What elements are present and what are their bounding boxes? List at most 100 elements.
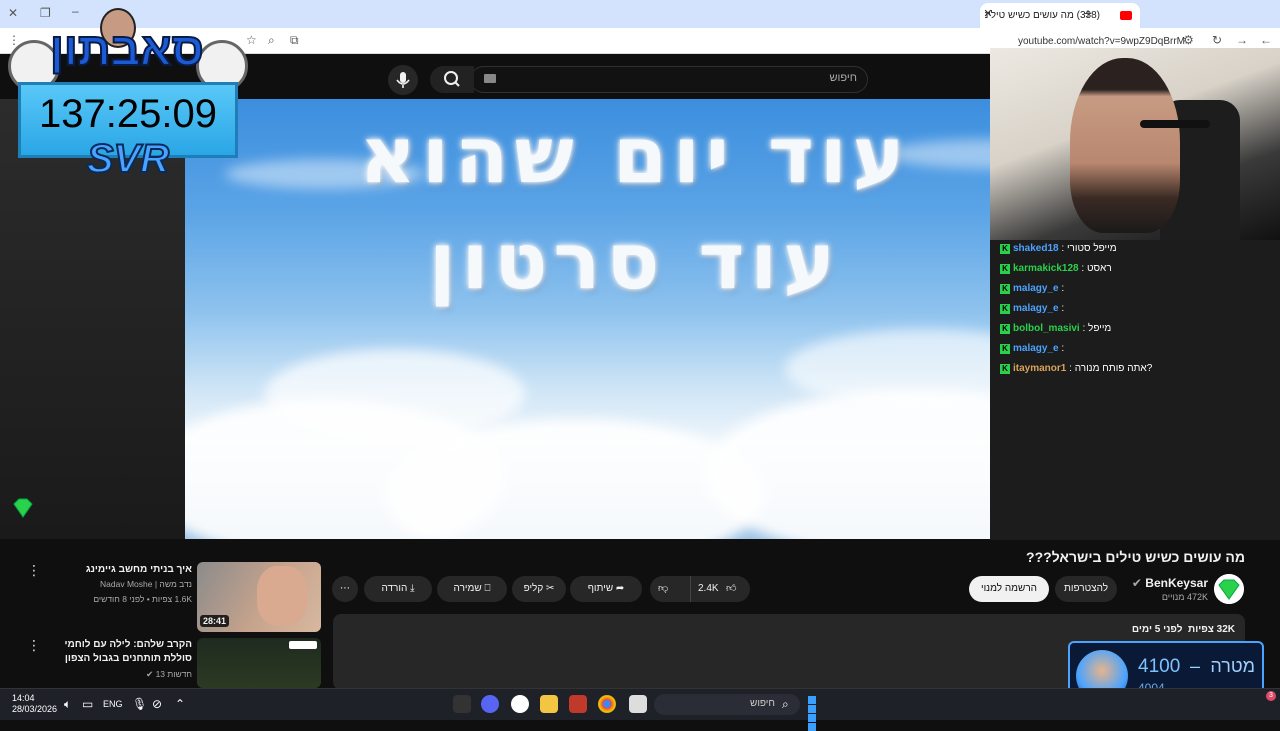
browser-tab[interactable]: ✕ (338) מה עושים כשיש טילים בי (980, 3, 1140, 28)
diamond-logo-icon (13, 498, 33, 518)
kick-badge-icon: K (1000, 284, 1010, 294)
volume-icon[interactable]: 🔈︎ (64, 697, 71, 712)
chat-message: Kmalagy_e : (1000, 343, 1064, 354)
microphone-icon (396, 72, 410, 88)
like-icon[interactable]: 👍︎ (726, 576, 736, 602)
app-icon[interactable] (569, 695, 587, 713)
like-dislike-group: 👎︎ 2.4K 👍︎ (650, 576, 750, 602)
like-count[interactable]: 2.4K (698, 576, 719, 602)
clip-button[interactable]: קליפ ✂ (512, 576, 566, 602)
scissors-icon: ✂ (546, 583, 555, 594)
forward-arrow-icon[interactable]: ← (1260, 33, 1272, 47)
recommended-title[interactable]: איך בניתי מחשב גיימינג (40, 563, 192, 577)
verified-check-icon: ✔ (1131, 576, 1146, 590)
channel-name[interactable]: ✔ BenKeysar (1120, 576, 1208, 590)
new-tab-button[interactable]: + (1084, 5, 1092, 21)
chat-message: Kitaymanor1 : אתה פותח מנורה? (1000, 363, 1152, 374)
chat-username[interactable]: shaked18 (1013, 243, 1059, 254)
subscribe-button[interactable]: הרשמה למנוי (969, 576, 1049, 602)
recommended-thumbnail[interactable] (197, 638, 321, 688)
taskbar-clock[interactable]: 14:04 28/03/2026 (12, 693, 57, 715)
view-count: 32K (1216, 624, 1235, 635)
recommended-channel[interactable]: חדשות 13 ✔ (40, 669, 192, 680)
chat-message: Kmalagy_e : (1000, 303, 1064, 314)
video-player[interactable]: עוד יום שהוא עוד סרטון (185, 99, 1085, 539)
join-button[interactable]: להצטרפות (1055, 576, 1117, 602)
terminal-app-icon[interactable] (453, 695, 471, 713)
chat-text: : (1061, 303, 1065, 314)
clock-time: 14:04 (12, 693, 35, 703)
recommended-meta: 1.6K צפיות • לפני 8 חודשים (93, 594, 192, 604)
chat-message: Kbolbol_masivi : מייפל (1000, 323, 1111, 334)
share-button[interactable]: שיתוף ➦ (570, 576, 642, 602)
share-icon: ➦ (615, 583, 625, 594)
chat-message: Kshaked18 : מייפל סטורי (1000, 243, 1117, 254)
install-app-icon[interactable]: ⧉ (290, 33, 299, 48)
verified-check-icon: ✔ (146, 669, 154, 679)
save-button[interactable]: שמירה ⎕ (437, 576, 507, 602)
media-player-app-icon[interactable] (511, 695, 529, 713)
chat-username[interactable]: malagy_e (1013, 343, 1059, 354)
bookmark-star-icon[interactable]: ☆ (246, 33, 257, 47)
kick-badge-icon: K (1000, 264, 1010, 274)
kick-badge-icon: K (1000, 244, 1010, 254)
chat-message: Kkarmakick128 : ראסט (1000, 263, 1112, 274)
mic-icon[interactable]: 🎙︎ (132, 697, 147, 711)
download-label: הורדה (381, 583, 408, 594)
headphones-icon (1140, 120, 1210, 128)
chat-text: : אתה פותח מנורה? (1069, 363, 1153, 374)
zoom-icon[interactable]: ⌕ (268, 33, 275, 48)
window-restore-icon[interactable]: ❐ (40, 6, 51, 20)
file-explorer-app-icon[interactable] (540, 695, 558, 713)
subathon-timer: 137:25:09 (39, 92, 217, 136)
url-text[interactable]: youtube.com/watch?v=9wpZ9DqBrrM (1018, 36, 1185, 47)
chat-username[interactable]: itaymanor1 (1013, 363, 1066, 374)
search-placeholder: חיפוש (829, 72, 857, 84)
download-icon: ⤓ (410, 583, 415, 594)
notification-badge[interactable]: 3 (1266, 691, 1276, 701)
search-icon (444, 71, 460, 87)
wifi-off-icon[interactable]: ⊘ (152, 697, 162, 711)
window-close-icon[interactable]: ✕ (8, 6, 18, 20)
description-meta: 32K צפיות לפני 5 ימים (1000, 624, 1235, 635)
discord-app-icon[interactable] (481, 695, 499, 713)
site-settings-icon[interactable]: ⚙ (1183, 33, 1194, 47)
chat-text: : (1061, 343, 1065, 354)
svr-tag: SVR (86, 136, 170, 182)
goal-dash: – (1190, 656, 1201, 676)
window-minimize-icon[interactable]: – (72, 4, 79, 18)
goal-value: 4100 (1138, 656, 1181, 677)
chat-username[interactable]: karmakick128 (1013, 263, 1079, 274)
video-duration: 28:41 (200, 615, 230, 627)
task-view-icon[interactable] (629, 695, 647, 713)
back-arrow-icon[interactable]: → (1236, 33, 1248, 47)
tray-chevron-icon[interactable]: ⌃ (175, 697, 185, 711)
youtube-favicon-icon (1120, 11, 1132, 20)
like-divider (690, 576, 691, 602)
language-indicator[interactable]: ENG (103, 699, 123, 709)
search-icon: ⌕ (782, 697, 789, 711)
share-label: שיתוף (587, 583, 614, 594)
search-button[interactable] (430, 66, 474, 93)
recommended-menu-icon[interactable]: ⋮ (27, 562, 41, 579)
network-icon[interactable]: ▭ (82, 697, 93, 711)
channel-avatar[interactable] (1214, 574, 1244, 604)
windows-start-icon[interactable] (808, 696, 825, 731)
video-overlay-line2: עוד סרטון (428, 217, 842, 307)
recommended-menu-icon[interactable]: ⋮ (27, 637, 41, 654)
keyboard-icon[interactable] (484, 74, 496, 83)
chat-username[interactable]: malagy_e (1013, 283, 1059, 294)
recommended-title[interactable]: הקרב שלהם: לילה עם לוחמי סוללת תותחנים ב… (40, 638, 192, 666)
kick-badge-icon: K (1000, 324, 1010, 334)
chrome-app-icon[interactable] (598, 695, 616, 713)
reload-icon[interactable]: ↻ (1212, 33, 1222, 47)
download-button[interactable]: הורדה ⤓ (364, 576, 432, 602)
chat-username[interactable]: bolbol_masivi (1013, 323, 1080, 334)
dislike-icon[interactable]: 👎︎ (658, 576, 668, 602)
chat-text: : ראסט (1081, 263, 1112, 274)
chat-username[interactable]: malagy_e (1013, 303, 1059, 314)
voice-search-button[interactable] (388, 65, 418, 95)
video-overlay-line1: עוד יום שהוא (359, 111, 911, 201)
more-actions-button[interactable]: ⋯ (332, 576, 358, 602)
recommended-channel[interactable]: נדב משה | Nadav Moshe (40, 579, 192, 589)
